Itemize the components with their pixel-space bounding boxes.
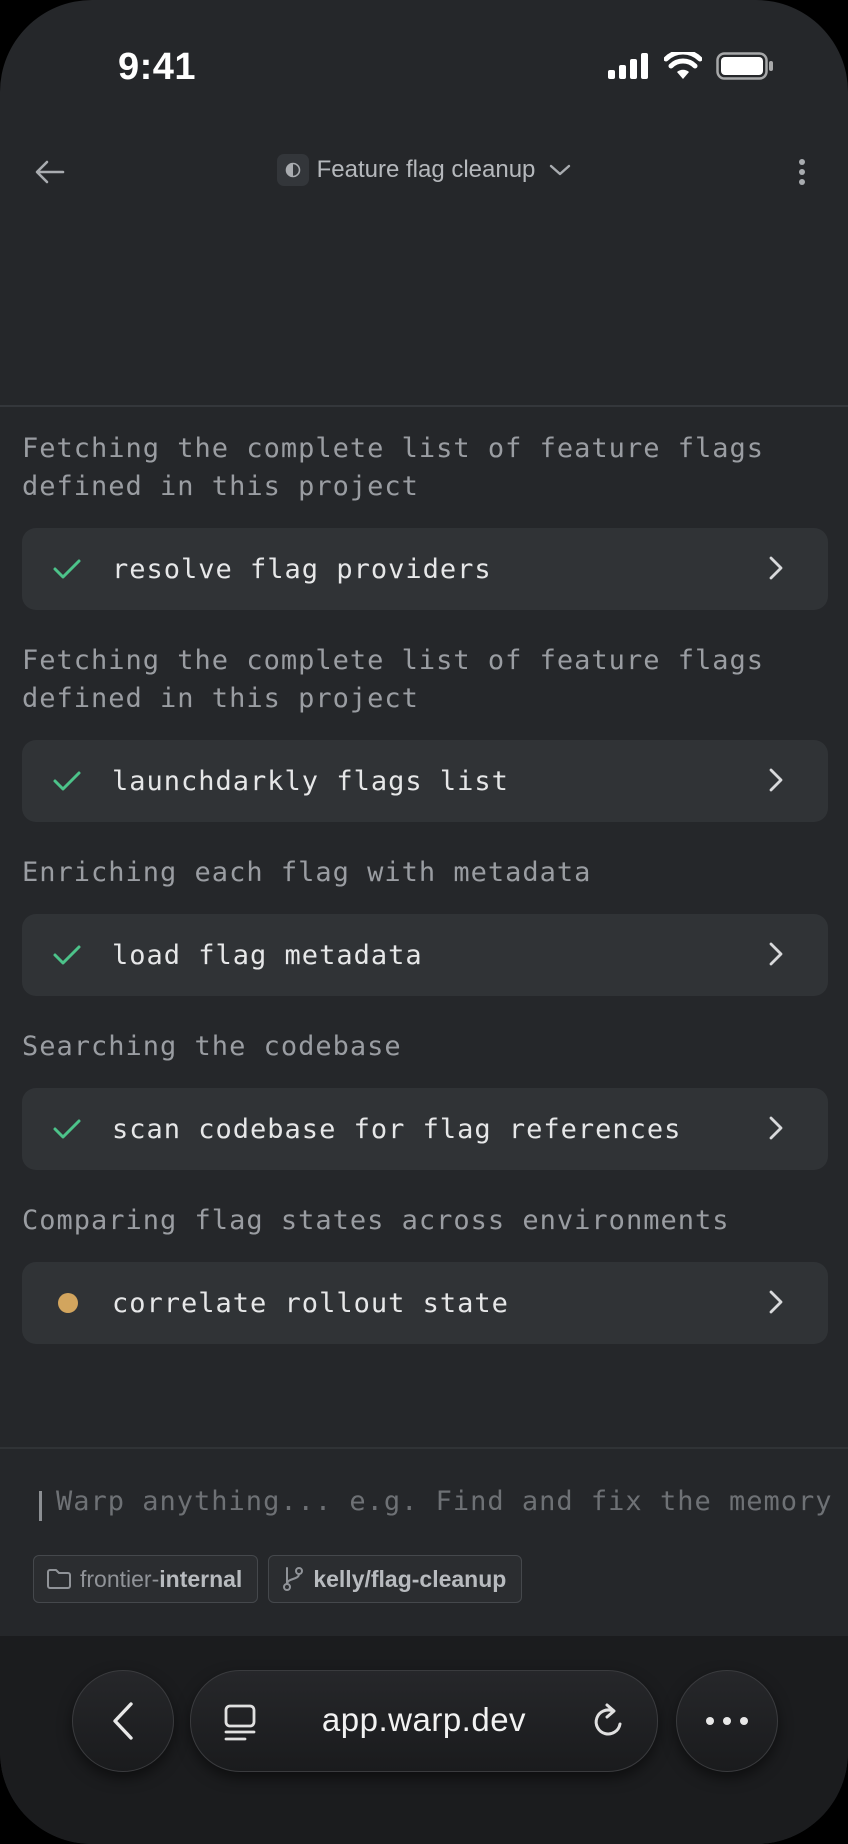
composer-divider xyxy=(0,1447,848,1449)
step-description: Searching the codebase xyxy=(22,1031,402,1062)
url-text: app.warp.dev xyxy=(321,1701,527,1738)
tool-call-label: launchdarkly flags list xyxy=(112,765,509,797)
wifi-icon xyxy=(664,52,702,79)
conversation-title-dropdown[interactable]: Feature flag cleanup xyxy=(0,154,848,186)
running-status-dot-icon xyxy=(58,1293,78,1313)
browser-more-button[interactable] xyxy=(676,1670,778,1772)
checkmark-icon xyxy=(53,771,81,791)
agent-steps-list: Fetching the complete list of feature fl… xyxy=(22,430,828,1376)
git-branch-icon xyxy=(283,1567,304,1591)
context-chips: frontier-internal kelly/flag-cleanup xyxy=(33,1555,523,1603)
progress-pie-icon xyxy=(276,154,309,186)
tool-call-card[interactable]: correlate rollout state xyxy=(22,1262,828,1344)
tool-call-label: scan codebase for flag references xyxy=(112,1113,682,1145)
browser-toolbar: app.warp.dev xyxy=(0,1636,848,1844)
chevron-right-icon xyxy=(769,556,783,580)
prompt-input[interactable]: Warp anything... e.g. Find and fix the m… xyxy=(56,1486,848,1517)
ellipsis-icon xyxy=(706,1717,748,1725)
repo-name: internal xyxy=(159,1565,243,1592)
conversation-header: Feature flag cleanup xyxy=(0,140,848,204)
chevron-right-icon xyxy=(769,768,783,792)
checkmark-icon xyxy=(53,1119,81,1139)
chevron-right-icon xyxy=(769,1116,783,1140)
reload-icon[interactable] xyxy=(591,1702,627,1740)
more-options-button[interactable] xyxy=(784,150,820,194)
tool-call-card[interactable]: launchdarkly flags list xyxy=(22,740,828,822)
header-divider xyxy=(0,405,848,407)
conversation-title: Feature flag cleanup xyxy=(316,156,536,183)
step-description: Fetching the complete list of feature fl… xyxy=(22,433,764,502)
chevron-right-icon xyxy=(769,942,783,966)
battery-icon xyxy=(716,52,773,80)
tool-call-card[interactable]: load flag metadata xyxy=(22,914,828,996)
status-time: 9:41 xyxy=(118,46,197,88)
phone-screen: 9:41 Feature flag cleanup Fetching the c… xyxy=(0,0,848,1844)
checkmark-icon xyxy=(53,945,81,965)
branch-name: kelly/flag-cleanup xyxy=(313,1565,507,1592)
chevron-right-icon xyxy=(769,1290,783,1314)
tool-call-label: load flag metadata xyxy=(112,939,423,971)
chevron-left-icon xyxy=(113,1702,133,1740)
kebab-menu-icon xyxy=(799,159,805,185)
branch-chip[interactable]: kelly/flag-cleanup xyxy=(268,1555,523,1603)
chevron-down-icon xyxy=(550,164,571,176)
text-cursor xyxy=(39,1491,42,1521)
status-icons xyxy=(608,52,774,80)
step-description: Comparing flag states across environment… xyxy=(22,1205,730,1236)
browser-back-button[interactable] xyxy=(72,1670,174,1772)
tool-call-label: correlate rollout state xyxy=(112,1287,509,1319)
step-description: Enriching each flag with metadata xyxy=(22,857,592,888)
repo-chip[interactable]: frontier-internal xyxy=(33,1555,259,1603)
tool-call-card[interactable]: scan codebase for flag references xyxy=(22,1088,828,1170)
folder-icon xyxy=(47,1569,71,1589)
repo-prefix: frontier- xyxy=(80,1565,160,1592)
tool-call-card[interactable]: resolve flag providers xyxy=(22,528,828,610)
step-description: Fetching the complete list of feature fl… xyxy=(22,645,764,714)
signal-icon xyxy=(608,53,648,79)
status-bar: 9:41 xyxy=(0,0,848,140)
composer: Warp anything... e.g. Find and fix the m… xyxy=(0,1480,848,1635)
address-bar[interactable]: app.warp.dev xyxy=(190,1670,658,1772)
tool-call-label: resolve flag providers xyxy=(112,553,492,585)
checkmark-icon xyxy=(53,559,81,579)
